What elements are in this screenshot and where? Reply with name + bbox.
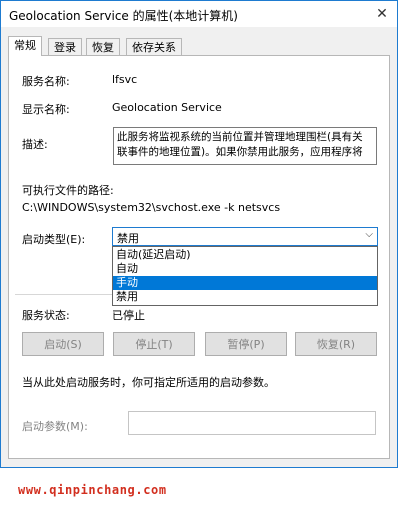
chevron-down-icon: ⌵ — [365, 229, 373, 240]
window-title: Geolocation Service 的属性(本地计算机) — [9, 9, 238, 23]
tab-general[interactable]: 常规 — [8, 36, 42, 56]
description-line-2: 联事件的地理位置)。如果你禁用此服务，应用程序将 — [117, 146, 363, 158]
tab-recovery[interactable]: 恢复 — [86, 38, 120, 55]
start-params-hint: 当从此处启动服务时，你可指定所适用的启动参数。 — [22, 376, 275, 389]
display-name-value: Geolocation Service — [112, 101, 222, 114]
tab-logon[interactable]: 登录 — [48, 38, 82, 55]
watermark-text: www.qinpinchang.com — [18, 483, 167, 497]
tab-bar: 常规 登录 恢复 依存关系 — [8, 36, 388, 56]
startup-type-value: 禁用 — [117, 232, 139, 245]
startup-type-select[interactable]: 禁用 ⌵ — [112, 227, 378, 246]
description-box[interactable]: 此服务将监视系统的当前位置并管理地理围栏(具有关 联事件的地理位置)。如果你禁用… — [113, 127, 377, 165]
start-params-input[interactable] — [128, 411, 376, 435]
start-params-label: 启动参数(M): — [22, 420, 88, 433]
resume-button[interactable]: 恢复(R) — [295, 332, 377, 356]
service-status-value: 已停止 — [112, 309, 145, 322]
exe-path-value: C:\WINDOWS\system32\svchost.exe -k netsv… — [22, 201, 281, 214]
stop-button[interactable]: 停止(T) — [113, 332, 195, 356]
startup-type-dropdown: 自动(延迟启动) 自动 手动 禁用 — [112, 246, 378, 306]
properties-window: Geolocation Service 的属性(本地计算机) ✕ 常规 登录 恢… — [0, 0, 398, 468]
close-button[interactable]: ✕ — [371, 4, 393, 24]
description-label: 描述: — [22, 138, 48, 151]
general-panel: 服务名称: lfsvc 显示名称: Geolocation Service 描述… — [8, 55, 390, 459]
close-icon: ✕ — [376, 6, 388, 22]
title-bar[interactable]: Geolocation Service 的属性(本地计算机) ✕ — [1, 1, 397, 27]
start-button[interactable]: 启动(S) — [22, 332, 104, 356]
service-name-label: 服务名称: — [22, 75, 70, 88]
startup-option-disabled[interactable]: 禁用 — [113, 290, 377, 304]
startup-type-label: 启动类型(E): — [22, 233, 86, 246]
startup-option-auto[interactable]: 自动 — [113, 262, 377, 276]
service-status-label: 服务状态: — [22, 309, 70, 322]
tab-dependencies[interactable]: 依存关系 — [126, 38, 182, 55]
pause-button[interactable]: 暂停(P) — [205, 332, 287, 356]
description-line-1: 此服务将监视系统的当前位置并管理地理围栏(具有关 — [117, 131, 363, 143]
startup-option-auto-delayed[interactable]: 自动(延迟启动) — [113, 248, 377, 262]
startup-option-manual[interactable]: 手动 — [113, 276, 377, 290]
service-name-value: lfsvc — [112, 73, 138, 86]
exe-path-label: 可执行文件的路径: — [22, 184, 114, 197]
display-name-label: 显示名称: — [22, 103, 70, 116]
